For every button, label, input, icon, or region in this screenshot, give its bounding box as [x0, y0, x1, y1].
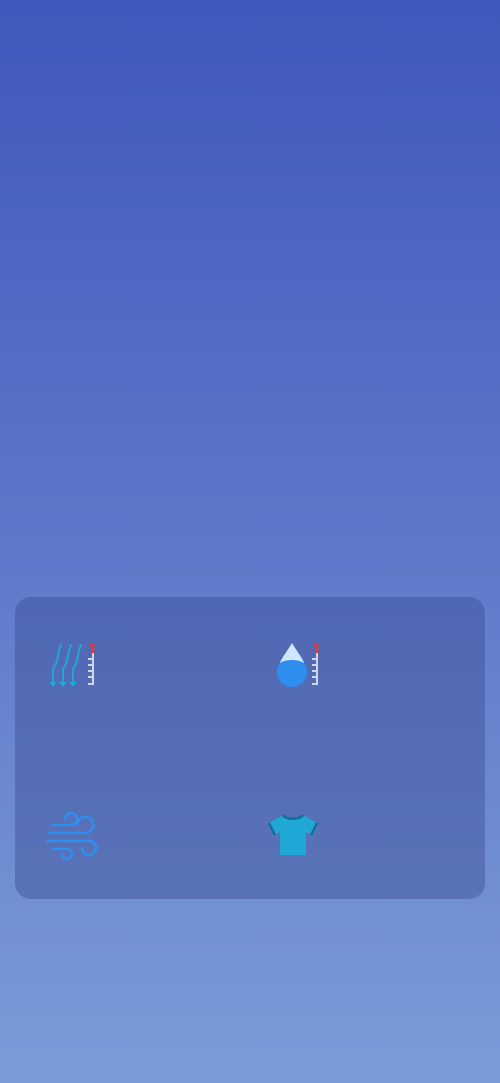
wind-icon — [45, 811, 98, 861]
clothing-icon — [267, 814, 319, 855]
weather-background — [0, 0, 500, 1083]
dew-point-icon — [49, 643, 95, 687]
wind-item[interactable] — [45, 809, 105, 865]
humidity-icon — [277, 643, 319, 687]
weather-details-card — [15, 597, 485, 899]
humidity-item[interactable] — [270, 639, 330, 695]
clothing-item[interactable] — [267, 809, 327, 865]
dew-point-item[interactable] — [45, 639, 105, 695]
